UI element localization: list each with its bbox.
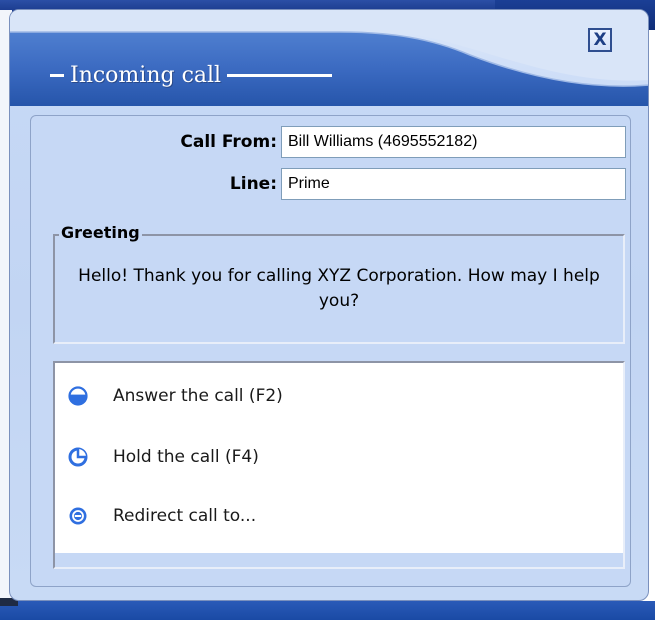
title-rule-right <box>227 73 333 77</box>
call-details-panel: Call From: Line: Greeting Hello! Thank y… <box>30 115 631 587</box>
close-icon: X <box>593 29 607 50</box>
answer-call-icon <box>67 385 89 407</box>
option-answer-call[interactable]: Answer the call (F2) <box>67 380 283 412</box>
incoming-call-dialog: Incoming call X Call From: Line: Greetin… <box>9 9 649 601</box>
option-hold-call-label: Hold the call (F4) <box>113 447 259 467</box>
call-from-field[interactable] <box>281 126 626 158</box>
call-from-label: Call From: <box>180 132 277 152</box>
line-label: Line: <box>229 174 277 194</box>
greeting-legend: Greeting <box>59 223 142 242</box>
call-options-list: Answer the call (F2) Hold the call (F4) <box>53 361 625 569</box>
option-answer-call-label: Answer the call (F2) <box>113 386 283 406</box>
title-rule-left <box>50 73 64 77</box>
greeting-group: Greeting Hello! Thank you for calling XY… <box>53 223 625 344</box>
dialog-title: Incoming call <box>70 62 222 88</box>
redirect-call-icon <box>67 505 89 527</box>
option-hold-call[interactable]: Hold the call (F4) <box>67 441 259 473</box>
greeting-text: Hello! Thank you for calling XYZ Corpora… <box>78 266 600 311</box>
screen: Incoming call X Call From: Line: Greetin… <box>0 0 655 620</box>
dialog-header: Incoming call X <box>10 10 648 110</box>
close-button[interactable]: X <box>588 28 612 52</box>
line-field[interactable] <box>281 168 626 200</box>
hold-call-icon <box>67 446 89 468</box>
background-window-statusbar <box>0 601 655 620</box>
options-footer-strip <box>55 553 623 567</box>
dialog-title-area: Incoming call <box>50 55 333 95</box>
option-redirect-call-label: Redirect call to... <box>113 506 257 526</box>
option-redirect-call[interactable]: Redirect call to... <box>67 500 256 532</box>
